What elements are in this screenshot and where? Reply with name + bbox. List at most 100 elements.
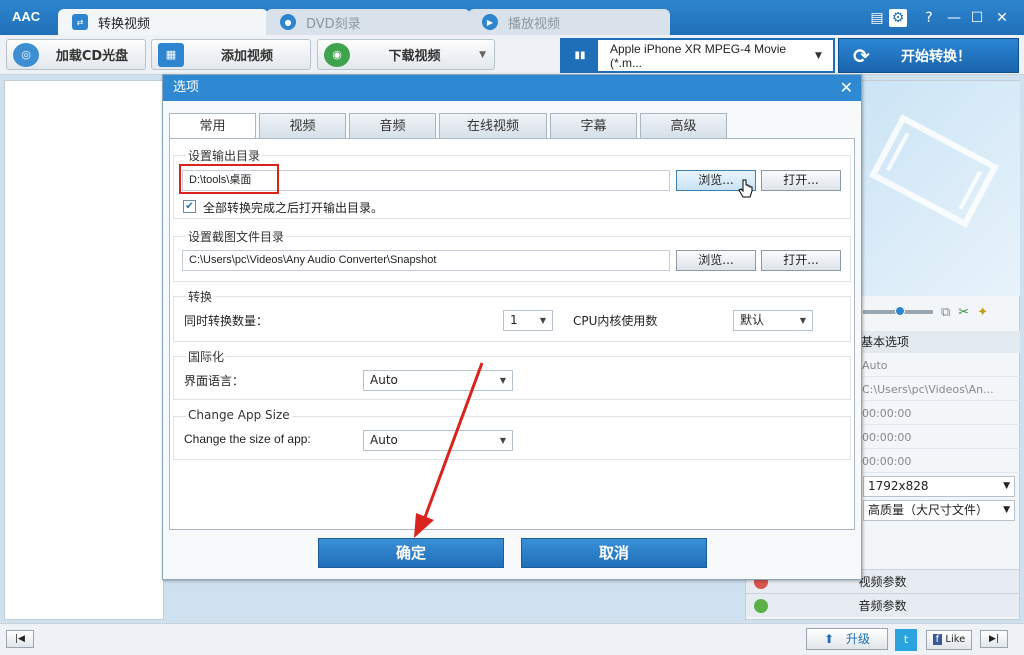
film-icon <box>869 114 999 228</box>
disc-icon: ● <box>280 14 296 30</box>
option-row[interactable]: 00:00:00 <box>859 403 1020 425</box>
concurrent-count-label: 同时转换数量： <box>184 314 269 328</box>
option-row[interactable]: Auto <box>859 355 1020 377</box>
add-video-label: 添加视频 <box>220 49 273 64</box>
play-icon: ▶ <box>482 14 498 30</box>
cd-icon: ◎ <box>13 42 39 67</box>
app-size-value: Auto <box>370 433 398 447</box>
tab-play-video[interactable]: ▶ 播放视频 <box>468 9 670 35</box>
dialog-footer <box>163 530 861 579</box>
tab-audio[interactable]: 音频 <box>349 113 436 139</box>
chevron-down-icon: ▼ <box>1003 505 1010 515</box>
magic-wand-icon[interactable]: ✦ <box>977 305 988 320</box>
option-row[interactable]: 00:00:00 <box>859 451 1020 473</box>
profile-label: Apple iPhone XR MPEG-4 Movie (*.m... <box>610 41 787 70</box>
cpu-cores-label: CPU内核使用数 <box>573 314 658 328</box>
close-icon[interactable]: ✕ <box>840 75 853 101</box>
concurrent-count-select[interactable]: 1 ▼ <box>503 310 553 331</box>
hand-cursor-icon <box>738 179 753 198</box>
preview-area <box>859 81 1020 296</box>
chevron-down-icon: ▼ <box>499 376 506 385</box>
start-label: 开始转换！ <box>901 48 971 65</box>
browse-snapshot-button[interactable]: 浏览... <box>676 250 756 271</box>
quality-select[interactable]: 高质量（大尺寸文件） ▼ <box>863 500 1015 521</box>
basic-options-header: 基本选项 <box>859 331 1020 353</box>
like-label: Like <box>945 634 966 645</box>
output-profile-select[interactable]: ▮▮ Apple iPhone XR MPEG-4 Movie (*.m... … <box>560 38 835 73</box>
tab-online-video[interactable]: 在线视频 <box>439 113 547 139</box>
tab-label: 播放视频 <box>508 16 561 32</box>
tab-dvd-burn[interactable]: ● DVD刻录 <box>266 9 470 35</box>
refresh-icon: ⟳ <box>853 43 870 68</box>
audio-params-icon <box>754 599 768 613</box>
chevron-down-icon: ▼ <box>479 49 486 60</box>
cancel-button[interactable]: 取消 <box>521 538 707 568</box>
close-icon[interactable]: ✕ <box>993 9 1011 27</box>
volume-slider[interactable] <box>863 306 933 316</box>
upgrade-icon: ⬆ <box>824 632 835 646</box>
chevron-down-icon: ▼ <box>1003 481 1010 491</box>
nav-next-button[interactable]: ▶| <box>980 630 1008 648</box>
app-logo: AAC <box>12 9 41 24</box>
tab-label: 转换视频 <box>98 16 151 32</box>
load-cd-label: 加载CD光盘 <box>55 49 129 64</box>
upgrade-label: 升级 <box>845 632 870 646</box>
load-cd-button[interactable]: ◎ 加载CD光盘 <box>6 39 146 70</box>
globe-icon: ◉ <box>324 42 350 67</box>
file-list[interactable] <box>4 80 164 620</box>
open-output-checkbox[interactable]: ✔ <box>183 200 196 213</box>
snapshot-path-field[interactable]: C:\Users\pc\Videos\Any Audio Converter\S… <box>182 250 670 271</box>
concurrent-count-value: 1 <box>510 313 518 327</box>
maximize-icon[interactable]: ☐ <box>968 9 986 27</box>
snapshot-dir-title: 设置截图文件目录 <box>186 228 287 245</box>
dialog-title-bar: 选项 ✕ <box>163 75 861 101</box>
i18n-title: 国际化 <box>186 348 227 365</box>
tab-convert-video[interactable]: ⇄ 转换视频 <box>58 9 268 35</box>
tab-label: DVD刻录 <box>306 16 361 32</box>
settings-icon[interactable]: ⚙ <box>889 9 907 27</box>
resolution-select[interactable]: 1792x828 ▼ <box>863 476 1015 497</box>
dialog-tabs: 常用 视频 音频 在线视频 字幕 高级 <box>169 113 730 140</box>
film-add-icon: ▦ <box>158 42 184 67</box>
annotation-arrow <box>414 362 484 538</box>
twitter-icon[interactable]: t <box>895 629 917 651</box>
option-row[interactable]: 00:00:00 <box>859 427 1020 449</box>
add-video-button[interactable]: ▦ 添加视频 <box>151 39 311 70</box>
open-snapshot-button[interactable]: 打开... <box>761 250 841 271</box>
highlight-box <box>179 164 279 194</box>
tab-video[interactable]: 视频 <box>259 113 346 139</box>
download-video-label: 下载视频 <box>388 49 441 64</box>
copy-icon[interactable]: ⧉ <box>941 305 950 320</box>
phone-icon: ▮▮ <box>562 40 598 71</box>
start-convert-button[interactable]: ⟳ 开始转换！ <box>838 38 1019 73</box>
tab-general[interactable]: 常用 <box>169 113 256 140</box>
upgrade-button[interactable]: ⬆ 升级 <box>806 628 888 650</box>
help-icon[interactable]: ? <box>920 9 938 27</box>
cpu-cores-select[interactable]: 默认 ▼ <box>733 310 813 331</box>
quality-value: 高质量（大尺寸文件） <box>868 503 989 517</box>
option-row[interactable]: C:\Users\pc\Videos\An... <box>859 379 1020 401</box>
facebook-icon: f <box>932 634 943 645</box>
open-output-button[interactable]: 打开... <box>761 170 841 191</box>
tab-advanced[interactable]: 高级 <box>640 113 727 139</box>
open-output-label: 全部转换完成之后打开输出目录。 <box>203 201 384 215</box>
audio-params-header[interactable]: 音频参数 <box>746 593 1019 617</box>
language-label: 界面语言： <box>184 374 245 388</box>
app-size-title: Change App Size <box>186 408 292 422</box>
dialog-title: 选项 <box>173 80 200 95</box>
app-size-label: Change the size of app: <box>184 432 311 446</box>
skin-icon[interactable]: ▤ <box>868 9 886 27</box>
tab-subtitle[interactable]: 字幕 <box>550 113 637 139</box>
download-video-button[interactable]: ◉ 下载视频 ▼ <box>317 39 495 70</box>
preview-controls: ⧉ ✂ ✦ <box>859 299 1020 325</box>
minimize-icon[interactable]: — <box>945 9 963 27</box>
resolution-value: 1792x828 <box>868 479 929 493</box>
convert-icon: ⇄ <box>72 14 88 30</box>
chevron-down-icon: ▼ <box>799 316 806 325</box>
facebook-like-button[interactable]: f Like <box>926 630 972 650</box>
chevron-down-icon: ▼ <box>539 316 546 325</box>
nav-prev-button[interactable]: |◀ <box>6 630 34 648</box>
status-bar: |◀ ⬆ 升级 t f Like ▶| <box>0 623 1024 655</box>
scissors-icon[interactable]: ✂ <box>958 305 969 320</box>
chevron-down-icon: ▼ <box>815 50 822 61</box>
